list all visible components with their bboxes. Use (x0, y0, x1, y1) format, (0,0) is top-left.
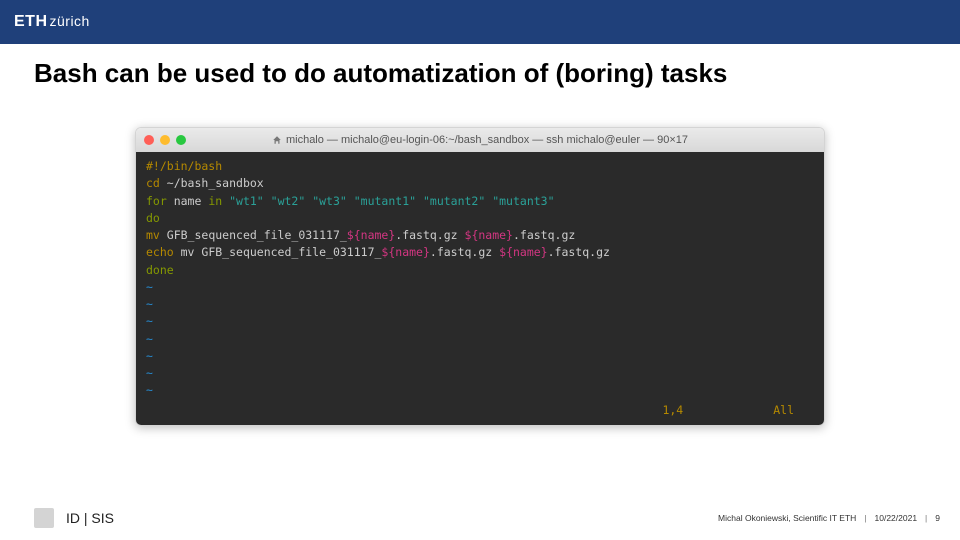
code-tilde: ~ (146, 279, 814, 296)
code-mv: mv (146, 228, 160, 242)
footer-page: 9 (935, 513, 940, 523)
terminal-titlebar: michalo — michalo@eu-login-06:~/bash_san… (136, 128, 824, 152)
terminal-body[interactable]: #!/bin/bash cd ~/bash_sandbox for name i… (136, 152, 824, 425)
cursor-position: 1,4 (662, 402, 683, 419)
code-mv-var: ${name} (465, 228, 513, 242)
code-shebang: #!/bin/bash (146, 159, 222, 173)
code-mv-c: .fastq.gz (513, 228, 575, 242)
footer-sep: | (864, 513, 866, 523)
code-for-args: "wt1" "wt2" "wt3" "mutant1" "mutant2" "m… (229, 194, 554, 208)
code-tilde: ~ (146, 365, 814, 382)
footer-author: Michal Okoniewski, Scientific IT ETH (718, 513, 856, 523)
code-tilde: ~ (146, 296, 814, 313)
code-echo-c: .fastq.gz (548, 245, 610, 259)
code-for: for (146, 194, 167, 208)
eth-seal-icon (34, 508, 54, 528)
code-echo-b: .fastq.gz (430, 245, 499, 259)
logo-sub: zürich (50, 13, 90, 29)
code-for-var: name (167, 194, 209, 208)
code-echo-var: ${name} (381, 245, 429, 259)
logo-main: ETH (14, 13, 48, 30)
code-echo-a: mv GFB_sequenced_file_031117_ (174, 245, 382, 259)
code-cd-path: ~/bash_sandbox (160, 176, 264, 190)
terminal-title: michalo — michalo@eu-login-06:~/bash_san… (136, 134, 824, 146)
slide: ETHzürich Bash can be used to do automat… (0, 0, 960, 540)
terminal-window: michalo — michalo@eu-login-06:~/bash_san… (135, 127, 825, 426)
code-echo: echo (146, 245, 174, 259)
code-mv-a: GFB_sequenced_file_031117_ (160, 228, 347, 242)
terminal-title-text: michalo — michalo@eu-login-06:~/bash_san… (286, 134, 688, 146)
footer-date: 10/22/2021 (875, 513, 918, 523)
footer-sep: | (925, 513, 927, 523)
footer: ID | SIS Michal Okoniewski, Scientific I… (0, 508, 960, 528)
scroll-indicator: All (773, 402, 794, 419)
eth-logo: ETHzürich (14, 13, 90, 31)
code-cd: cd (146, 176, 160, 190)
code-do: do (146, 211, 160, 225)
code-mv-var: ${name} (347, 228, 395, 242)
code-tilde: ~ (146, 331, 814, 348)
code-echo-var: ${name} (499, 245, 547, 259)
code-for-in: in (208, 194, 229, 208)
code-tilde: ~ (146, 313, 814, 330)
footer-idsis: ID | SIS (66, 510, 114, 526)
home-icon (272, 135, 282, 145)
slide-title: Bash can be used to do automatization of… (34, 58, 960, 89)
code-tilde: ~ (146, 348, 814, 365)
footer-right: Michal Okoniewski, Scientific IT ETH | 1… (718, 513, 940, 523)
code-tilde: ~ (146, 382, 814, 399)
editor-status-row: 1,4 All (146, 402, 814, 419)
code-mv-b: .fastq.gz (395, 228, 464, 242)
header-bar: ETHzürich (0, 0, 960, 44)
code-done: done (146, 263, 174, 277)
